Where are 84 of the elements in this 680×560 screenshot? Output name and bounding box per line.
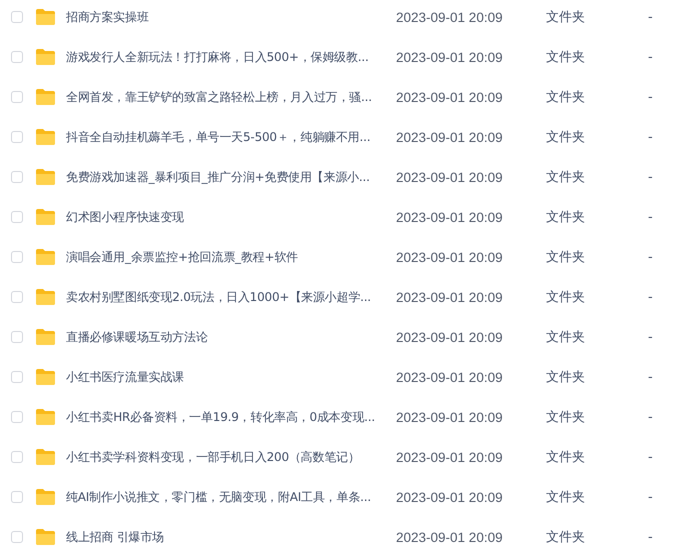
checkbox[interactable]: [11, 11, 23, 23]
modified-time: 2023-09-01 20:09: [396, 90, 504, 104]
checkbox[interactable]: [11, 251, 23, 263]
file-size: -: [648, 410, 653, 424]
folder-icon: [35, 88, 56, 106]
folder-icon: [35, 448, 56, 466]
file-type: 文件夹: [546, 129, 586, 146]
folder-icon: [35, 528, 56, 546]
checkbox[interactable]: [11, 371, 23, 383]
modified-time: 2023-09-01 20:09: [396, 330, 504, 344]
file-name[interactable]: 直播必修课暖场互动方法论: [66, 328, 396, 346]
file-name[interactable]: 小红书医疗流量实战课: [66, 368, 396, 386]
modified-time: 2023-09-01 20:09: [396, 10, 504, 24]
file-size: -: [648, 50, 653, 64]
modified-time: 2023-09-01 20:09: [396, 290, 504, 304]
checkbox[interactable]: [11, 211, 23, 223]
folder-icon: [35, 248, 56, 266]
modified-time: 2023-09-01 20:09: [396, 250, 504, 264]
file-size: -: [648, 370, 653, 384]
folder-icon: [35, 8, 56, 26]
file-type: 文件夹: [546, 409, 586, 426]
file-type: 文件夹: [546, 89, 586, 106]
file-type: 文件夹: [546, 9, 586, 26]
file-type: 文件夹: [546, 49, 586, 66]
file-size: -: [648, 450, 653, 464]
folder-icon: [35, 288, 56, 306]
file-size: -: [648, 250, 653, 264]
file-size: -: [648, 130, 653, 144]
folder-icon: [35, 488, 56, 506]
file-size: -: [648, 490, 653, 504]
checkbox[interactable]: [11, 491, 23, 503]
folder-icon: [35, 368, 56, 386]
file-type: 文件夹: [546, 169, 586, 186]
file-size: -: [648, 170, 653, 184]
file-type: 文件夹: [546, 369, 586, 386]
checkbox[interactable]: [11, 411, 23, 423]
file-type: 文件夹: [546, 289, 586, 306]
modified-time: 2023-09-01 20:09: [396, 210, 504, 224]
modified-time: 2023-09-01 20:09: [396, 370, 504, 384]
file-type: 文件夹: [546, 249, 586, 266]
file-size: -: [648, 10, 653, 24]
modified-time: 2023-09-01 20:09: [396, 450, 504, 464]
checkbox[interactable]: [11, 331, 23, 343]
file-name[interactable]: 线上招商 引爆市场: [66, 528, 396, 546]
modified-time: 2023-09-01 20:09: [396, 490, 504, 504]
file-name[interactable]: 小红书卖学科资料变现，一部手机日入200（高数笔记）: [66, 448, 396, 466]
file-name[interactable]: 全网首发，靠王铲铲的致富之路轻松上榜，月入过万，骚...: [66, 88, 396, 106]
file-type: 文件夹: [546, 329, 586, 346]
file-size: -: [648, 290, 653, 304]
folder-icon: [35, 168, 56, 186]
modified-time: 2023-09-01 20:09: [396, 410, 504, 424]
file-type: 文件夹: [546, 529, 586, 546]
file-size: -: [648, 90, 653, 104]
file-size: -: [648, 210, 653, 224]
file-name[interactable]: 卖农村别墅图纸变现2.0玩法，日入1000+【来源小超学...: [66, 288, 396, 306]
file-name[interactable]: 招商方案实操班: [66, 8, 396, 26]
folder-icon: [35, 408, 56, 426]
checkbox[interactable]: [11, 131, 23, 143]
file-name[interactable]: 抖音全自动挂机薅羊毛，单号一天5-500＋，纯躺赚不用...: [66, 128, 396, 146]
file-name[interactable]: 游戏发行人全新玩法！打打麻将，日入500+，保姆级教...: [66, 48, 396, 66]
folder-icon: [35, 48, 56, 66]
file-name[interactable]: 纯AI制作小说推文，零门槛，无脑变现，附AI工具，单条...: [66, 488, 396, 506]
checkbox[interactable]: [11, 51, 23, 63]
folder-icon: [35, 328, 56, 346]
file-type: 文件夹: [546, 489, 586, 506]
file-name[interactable]: 免费游戏加速器_暴利项目_推广分润+免费使用【来源小...: [66, 168, 396, 186]
file-size: -: [648, 530, 653, 544]
folder-icon: [35, 128, 56, 146]
folder-icon: [35, 208, 56, 226]
file-size: -: [648, 330, 653, 344]
modified-time: 2023-09-01 20:09: [396, 130, 504, 144]
file-name[interactable]: 幻术图小程序快速变现: [66, 208, 396, 226]
modified-time: 2023-09-01 20:09: [396, 530, 504, 544]
checkbox[interactable]: [11, 291, 23, 303]
file-name[interactable]: 演唱会通用_余票监控+抢回流票_教程+软件: [66, 248, 396, 266]
checkbox[interactable]: [11, 171, 23, 183]
checkbox[interactable]: [11, 451, 23, 463]
file-name[interactable]: 小红书卖HR必备资料，一单19.9，转化率高，0成本变现...: [66, 408, 396, 426]
file-type: 文件夹: [546, 209, 586, 226]
file-type: 文件夹: [546, 449, 586, 466]
modified-time: 2023-09-01 20:09: [396, 170, 504, 184]
modified-time: 2023-09-01 20:09: [396, 50, 504, 64]
checkbox[interactable]: [11, 531, 23, 543]
checkbox[interactable]: [11, 91, 23, 103]
